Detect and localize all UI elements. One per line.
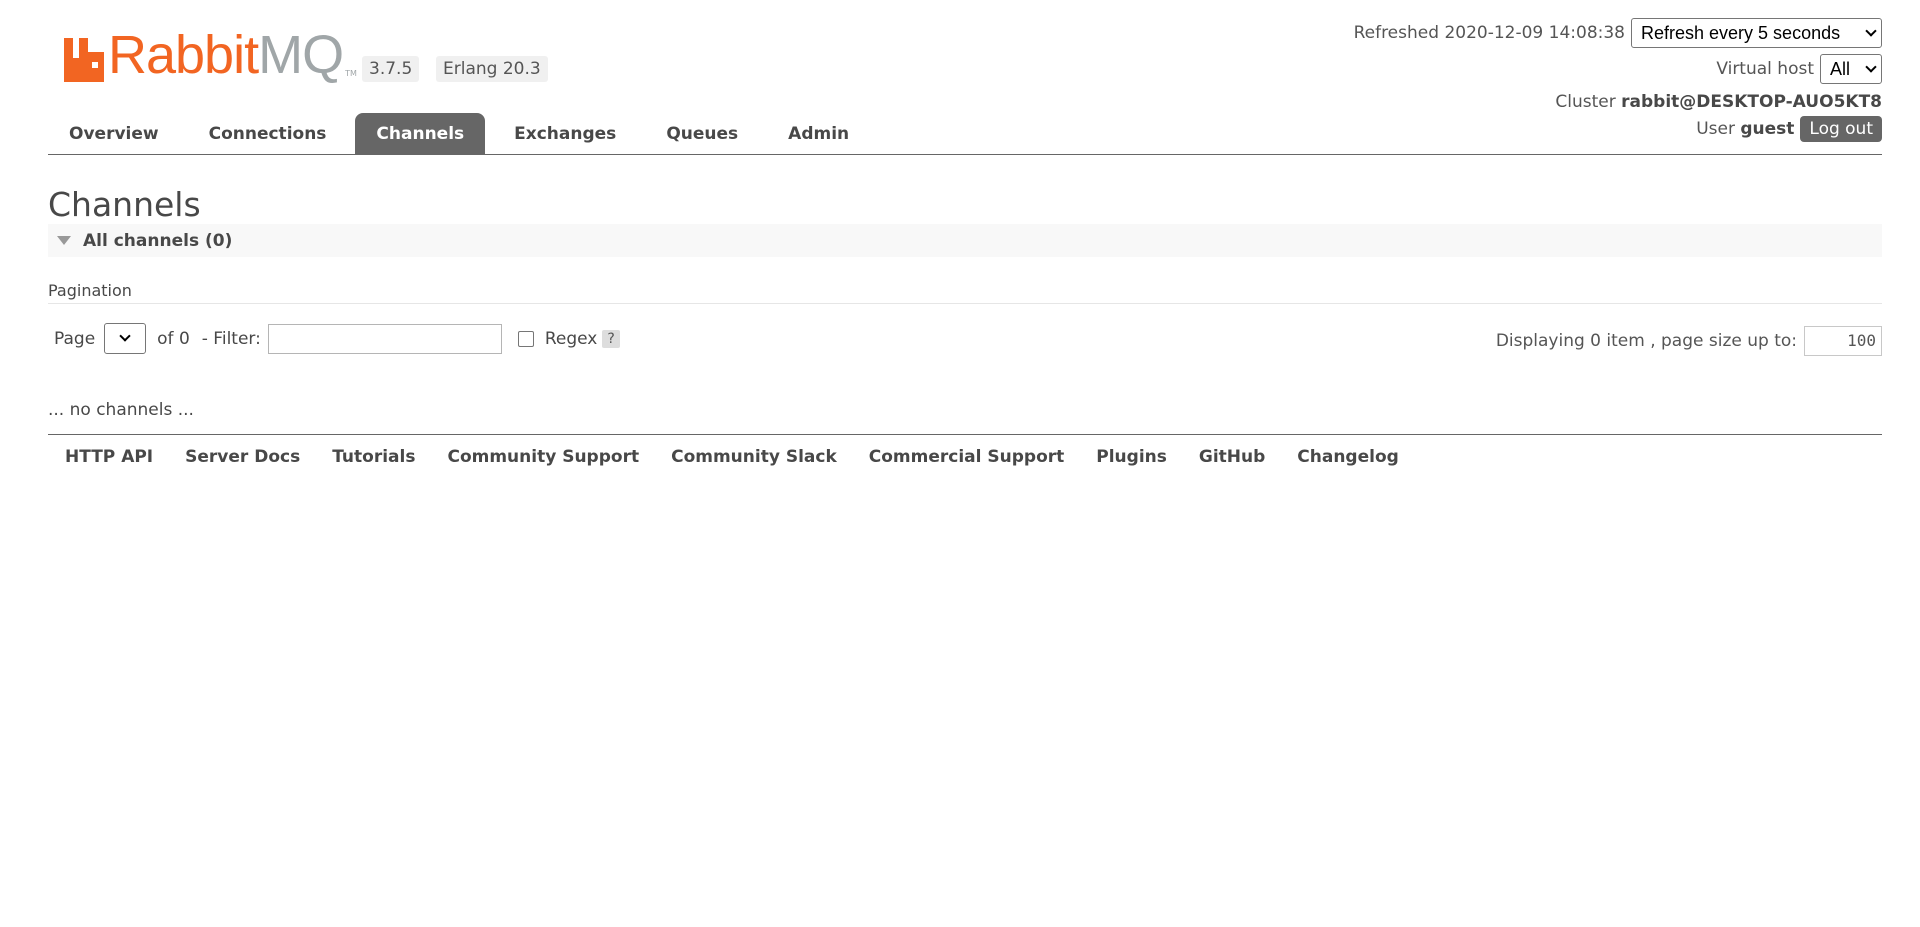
collapse-triangle-icon bbox=[57, 236, 71, 245]
footer-links: HTTP API Server Docs Tutorials Community… bbox=[48, 434, 1882, 467]
footer-link-http-api[interactable]: HTTP API bbox=[65, 447, 153, 467]
footer-link-community-slack[interactable]: Community Slack bbox=[671, 447, 837, 467]
filter-input[interactable] bbox=[267, 323, 502, 354]
chevron-down-icon bbox=[1865, 24, 1877, 37]
footer-link-tutorials[interactable]: Tutorials bbox=[332, 447, 415, 467]
virtual-host-label: Virtual host bbox=[1716, 59, 1814, 79]
main-tabs: Overview Connections Channels Exchanges … bbox=[48, 113, 1882, 155]
rabbitmq-logo[interactable]: Rabbit MQ TM bbox=[64, 25, 357, 85]
footer-link-server-docs[interactable]: Server Docs bbox=[185, 447, 300, 467]
tab-channels[interactable]: Channels bbox=[355, 113, 486, 155]
logo-text-rabbit: Rabbit bbox=[108, 25, 259, 85]
cluster-name: rabbit@DESKTOP-AUO5KT8 bbox=[1621, 92, 1882, 112]
page: Rabbit MQ TM 3.7.5 Erlang 20.3 Refreshed… bbox=[0, 0, 1920, 927]
regex-help-button[interactable]: ? bbox=[602, 329, 620, 348]
filter-label: - Filter: bbox=[201, 328, 261, 349]
footer-link-changelog[interactable]: Changelog bbox=[1297, 447, 1399, 467]
version-badge: 3.7.5 bbox=[362, 56, 420, 82]
empty-message: ... no channels ... bbox=[48, 400, 194, 420]
rabbit-logo-icon bbox=[64, 38, 104, 82]
refresh-interval-value: Refresh every 5 seconds bbox=[1641, 22, 1841, 43]
pagination-label: Pagination bbox=[48, 281, 132, 300]
footer-link-community-support[interactable]: Community Support bbox=[447, 447, 639, 467]
page-size-controls: Displaying 0 item , page size up to: 100 bbox=[1496, 326, 1882, 356]
footer-link-commercial-support[interactable]: Commercial Support bbox=[869, 447, 1065, 467]
page-count-label: of 0 bbox=[157, 328, 190, 349]
virtual-host-select[interactable]: All bbox=[1820, 54, 1882, 84]
page-title: Channels bbox=[48, 185, 201, 224]
erlang-version-badge: Erlang 20.3 bbox=[436, 56, 548, 82]
section-title: All channels (0) bbox=[83, 230, 233, 251]
pagination-controls: Page of 0 - Filter: Regex ? bbox=[54, 323, 620, 354]
footer-link-github[interactable]: GitHub bbox=[1199, 447, 1265, 467]
page-select[interactable] bbox=[104, 323, 147, 354]
refreshed-label: Refreshed bbox=[1353, 23, 1440, 43]
regex-label: Regex bbox=[544, 328, 598, 349]
chevron-down-icon bbox=[119, 330, 131, 342]
virtual-host-value: All bbox=[1830, 58, 1851, 79]
chevron-down-icon bbox=[1865, 60, 1877, 73]
tab-connections[interactable]: Connections bbox=[188, 113, 348, 155]
refresh-interval-select[interactable]: Refresh every 5 seconds bbox=[1631, 18, 1882, 48]
all-channels-section-toggle[interactable]: All channels (0) bbox=[48, 224, 1882, 257]
logo-trademark: TM bbox=[345, 69, 357, 78]
display-count-label: Displaying 0 item , page size up to: bbox=[1495, 331, 1797, 351]
tab-exchanges[interactable]: Exchanges bbox=[493, 113, 637, 155]
tab-overview[interactable]: Overview bbox=[48, 113, 180, 155]
cluster-label: Cluster bbox=[1555, 92, 1616, 112]
pagination-divider bbox=[48, 303, 1882, 304]
refreshed-time: 2020-12-09 14:08:38 bbox=[1444, 23, 1625, 43]
tab-queues[interactable]: Queues bbox=[645, 113, 759, 155]
tab-admin[interactable]: Admin bbox=[767, 113, 870, 155]
page-label: Page bbox=[54, 328, 96, 349]
logo-text-mq: MQ bbox=[258, 25, 344, 85]
footer-link-plugins[interactable]: Plugins bbox=[1096, 447, 1167, 467]
page-size-input[interactable]: 100 bbox=[1804, 326, 1882, 356]
regex-checkbox[interactable] bbox=[517, 330, 534, 347]
